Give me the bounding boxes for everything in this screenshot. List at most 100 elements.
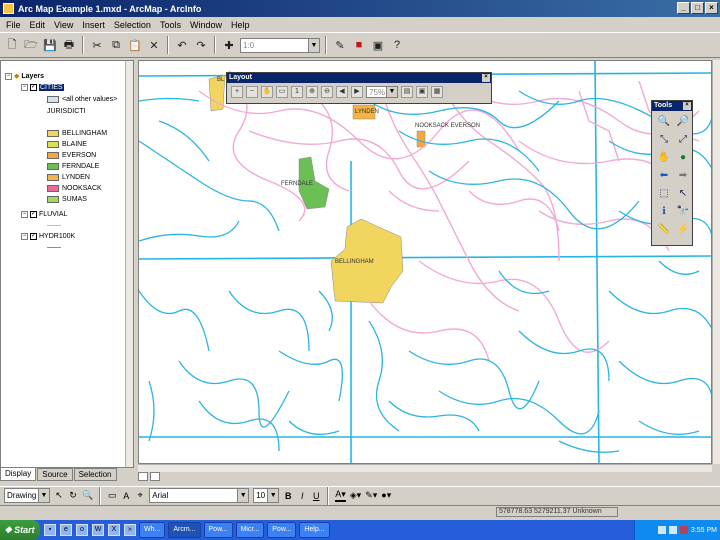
close-button[interactable]: ×	[705, 2, 718, 14]
arccatalog-icon[interactable]: ▣	[370, 37, 386, 53]
quicklaunch-word-icon[interactable]: W	[92, 524, 104, 536]
taskbar-item[interactable]: Pow...	[267, 522, 297, 538]
full-extent-globe-icon[interactable]: ●	[675, 150, 691, 165]
quicklaunch-browser-icon[interactable]: e	[60, 524, 72, 536]
print-icon[interactable]: 🖶	[61, 37, 77, 53]
select-elements-icon[interactable]: ↖	[54, 490, 64, 501]
underline-button[interactable]: U	[311, 491, 321, 501]
arctoolbox-icon[interactable]: ■	[351, 37, 367, 53]
font-family-select[interactable]: Arial ▼	[149, 488, 250, 503]
whats-this-help-icon[interactable]: ?	[389, 37, 405, 53]
italic-button[interactable]: I	[297, 491, 307, 501]
tab-selection[interactable]: Selection	[73, 468, 117, 481]
select-elements-arrow-icon[interactable]: ↖	[675, 186, 691, 201]
collapse-icon[interactable]: −	[21, 210, 28, 218]
legend-item[interactable]: BLAINE	[47, 139, 87, 149]
chevron-down-icon[interactable]: ▼	[38, 489, 49, 502]
menu-help[interactable]: Help	[231, 20, 250, 30]
select-features-icon[interactable]: ⬚	[656, 186, 672, 201]
font-size-select[interactable]: 10 ▼	[253, 488, 280, 503]
focus-data-frame-icon[interactable]: ▣	[416, 86, 428, 98]
menu-edit[interactable]: Edit	[30, 20, 46, 30]
fixed-zoom-in-page-icon[interactable]: ⊕	[306, 86, 318, 98]
zoom-out-icon[interactable]: 🔎	[675, 114, 691, 129]
chevron-down-icon[interactable]: ▼	[308, 38, 319, 52]
taskbar-item[interactable]: Help...	[299, 522, 330, 538]
taskbar-item[interactable]: Arcm...	[168, 522, 201, 538]
layer-visibility-checkbox[interactable]: ✓	[30, 232, 37, 240]
close-icon[interactable]: ×	[683, 102, 691, 110]
menu-view[interactable]: View	[54, 20, 73, 30]
redo-icon[interactable]: ↷	[193, 37, 209, 53]
layout-view-button[interactable]	[150, 472, 160, 481]
zoom-out-page-icon[interactable]: −	[246, 86, 258, 98]
layout-toolbar-header[interactable]: Layout ×	[227, 73, 491, 83]
tray-network-icon[interactable]	[657, 526, 666, 534]
line-color-icon[interactable]: ✎▾	[365, 490, 377, 501]
measure-icon[interactable]: 📏	[656, 222, 672, 237]
save-icon[interactable]: 💾	[42, 37, 58, 53]
chevron-down-icon[interactable]: ▼	[237, 489, 249, 502]
start-button[interactable]: ❖ Start	[0, 520, 40, 540]
taskbar-item[interactable]: Pow...	[203, 522, 233, 538]
zoom-100-icon[interactable]: 1	[291, 86, 303, 98]
paste-icon[interactable]: 📋	[127, 37, 143, 53]
taskbar-item[interactable]: Micr...	[235, 522, 265, 538]
toggle-draft-mode-icon[interactable]: ▤	[401, 86, 413, 98]
chevron-down-icon[interactable]: ▼	[267, 489, 279, 502]
previous-extent-page-icon[interactable]: ◀	[336, 86, 348, 98]
map-vertical-scrollbar[interactable]	[712, 60, 720, 464]
taskbar-item[interactable]: Wh...	[139, 522, 166, 538]
chevron-down-icon[interactable]: ▼	[386, 87, 397, 97]
menu-insert[interactable]: Insert	[82, 20, 105, 30]
collapse-icon[interactable]: −	[5, 72, 12, 80]
undo-icon[interactable]: ↶	[174, 37, 190, 53]
tab-source[interactable]: Source	[37, 468, 73, 481]
tray-volume-icon[interactable]	[668, 526, 677, 534]
drawing-menu[interactable]: Drawing ▼	[4, 488, 50, 503]
quicklaunch-outlook-icon[interactable]: o	[76, 524, 88, 536]
legend-item[interactable]: NOOKSACK	[47, 183, 102, 193]
rectangle-icon[interactable]: ▭	[107, 490, 117, 501]
new-document-icon[interactable]: 🗋	[4, 37, 20, 53]
legend-item[interactable]: BELLINGHAM	[47, 128, 107, 138]
font-color-icon[interactable]: A▾	[335, 489, 346, 502]
zoom-in-page-icon[interactable]: +	[231, 86, 243, 98]
delete-icon[interactable]: ✕	[146, 37, 162, 53]
find-binoculars-icon[interactable]: 🔭	[675, 204, 691, 219]
legend-item[interactable]: FERNDALE	[47, 161, 99, 171]
toc-layer-fluvial[interactable]: − ✓ FLUVIAL	[21, 209, 67, 219]
close-icon[interactable]: ×	[482, 74, 490, 82]
tools-toolbar-header[interactable]: Tools ×	[652, 101, 692, 111]
map-canvas[interactable]: BL LYNDEN NOOKSACK EVERSON FERNDALE BELL…	[138, 60, 712, 464]
menu-tools[interactable]: Tools	[160, 20, 181, 30]
menu-selection[interactable]: Selection	[114, 20, 151, 30]
map-horizontal-scrollbar[interactable]	[138, 464, 712, 472]
legend-item[interactable]: LYNDEN	[47, 172, 90, 182]
quicklaunch-excel-icon[interactable]: X	[108, 524, 120, 536]
toc-layer-hydr100k[interactable]: − ✓ HYDR100K	[21, 231, 75, 241]
pan-icon[interactable]: ✋	[656, 150, 672, 165]
new-text-icon[interactable]: A	[121, 491, 131, 501]
collapse-icon[interactable]: −	[21, 232, 28, 240]
menu-file[interactable]: File	[6, 20, 21, 30]
layer-visibility-checkbox[interactable]: ✓	[30, 83, 37, 91]
legend-item[interactable]: <all other values>	[47, 94, 117, 104]
toc-layer-cities[interactable]: − ✓ CITIES	[21, 82, 64, 92]
legend-item[interactable]: SUMAS	[47, 194, 87, 204]
minimize-button[interactable]: _	[677, 2, 690, 14]
next-extent-page-icon[interactable]: ▶	[351, 86, 363, 98]
fill-color-icon[interactable]: ◈▾	[350, 490, 361, 501]
layer-visibility-checkbox[interactable]: ✓	[30, 210, 37, 218]
data-view-button[interactable]	[138, 472, 148, 481]
hyperlink-icon[interactable]: ⚡	[675, 222, 691, 237]
editor-toolbar-icon[interactable]: ✎	[332, 37, 348, 53]
cut-icon[interactable]: ✂	[89, 37, 105, 53]
edit-vertices-icon[interactable]: ⌖	[135, 490, 145, 501]
tab-display[interactable]: Display	[0, 468, 37, 481]
menu-window[interactable]: Window	[190, 20, 222, 30]
tray-antivirus-icon[interactable]	[679, 526, 688, 534]
zoom-to-element-icon[interactable]: 🔍	[82, 490, 93, 501]
bold-button[interactable]: B	[283, 491, 293, 501]
zoom-whole-page-icon[interactable]: ▭	[276, 86, 288, 98]
